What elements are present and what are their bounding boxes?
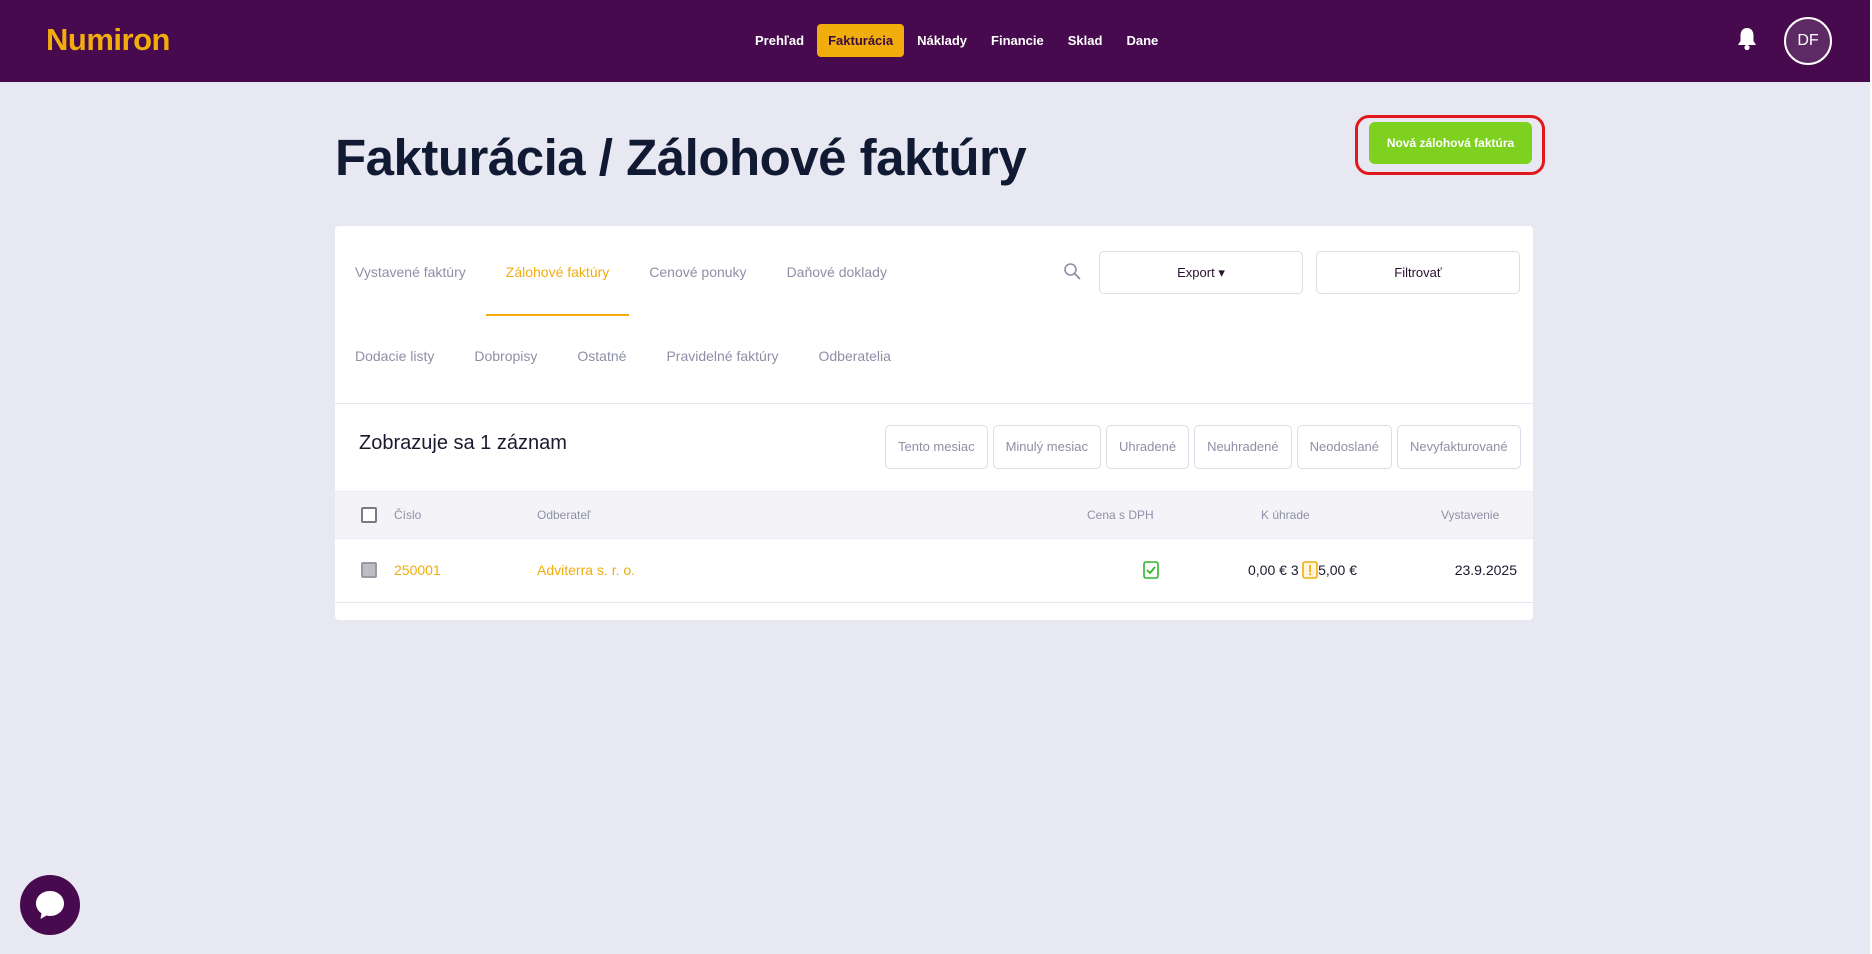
search-icon[interactable]: [1063, 262, 1081, 280]
filter-chip-minuly-mesiac[interactable]: Minulý mesiac: [992, 425, 1101, 469]
amount-due: 0,00 €: [1248, 562, 1287, 578]
nav-item-financie[interactable]: Financie: [980, 24, 1055, 57]
row-checkbox[interactable]: [361, 562, 377, 578]
filter-chip-tento-mesiac[interactable]: Tento mesiac: [885, 425, 988, 469]
nav-item-prehlad[interactable]: Prehľad: [744, 24, 815, 57]
filter-button[interactable]: Filtrovať: [1316, 251, 1520, 294]
tab-dodacie-listy[interactable]: Dodacie listy: [335, 336, 454, 376]
nav-item-sklad[interactable]: Sklad: [1057, 24, 1114, 57]
tab-cenove-ponuky[interactable]: Cenové ponuky: [629, 226, 766, 316]
tab-zalohove-faktury[interactable]: Zálohové faktúry: [485, 226, 630, 316]
column-header-issued[interactable]: Vystavenie: [1441, 492, 1499, 538]
chat-support-button[interactable]: [20, 875, 80, 935]
app-logo[interactable]: Numiron: [46, 22, 170, 58]
column-header-number[interactable]: Číslo: [394, 492, 421, 538]
column-header-due[interactable]: K úhrade: [1261, 492, 1310, 538]
export-dropdown-button[interactable]: Export ▾: [1099, 251, 1303, 294]
price-with-vat: 3 075,00 €: [1290, 562, 1357, 578]
issue-date: 23.9.2025: [1454, 562, 1517, 578]
top-navigation-bar: Numiron Prehľad Fakturácia Náklady Finan…: [0, 0, 1870, 82]
tab-dobropisy[interactable]: Dobropisy: [454, 336, 557, 376]
table-row[interactable]: 250001 Adviterra s. r. o. 3 075,00 € 23.…: [335, 539, 1533, 603]
warning-document-icon: [1302, 561, 1318, 579]
filter-chip-neuhradene[interactable]: Neuhradené: [1194, 425, 1292, 469]
check-document-icon: [1143, 561, 1159, 579]
tab-ostatne[interactable]: Ostatné: [557, 336, 646, 376]
select-all-checkbox[interactable]: [361, 507, 377, 523]
filter-chip-nevyfakturovane[interactable]: Nevyfakturované: [1397, 425, 1521, 469]
chat-bubble-icon: [36, 891, 64, 919]
invoices-card: Vystavené faktúry Zálohové faktúry Cenov…: [335, 226, 1533, 620]
tab-pravidelne-faktury[interactable]: Pravidelné faktúry: [646, 336, 798, 376]
tab-danove-doklady[interactable]: Daňové doklady: [767, 226, 907, 316]
new-advance-invoice-button[interactable]: Nová zálohová faktúra: [1369, 122, 1532, 164]
notifications-bell-icon[interactable]: [1736, 26, 1758, 52]
main-nav: Prehľad Fakturácia Náklady Financie Skla…: [744, 24, 1171, 57]
customer-link[interactable]: Adviterra s. r. o.: [537, 539, 635, 601]
invoice-number-link[interactable]: 250001: [394, 539, 441, 601]
user-avatar[interactable]: DF: [1784, 17, 1832, 65]
table-header: Číslo Odberateľ Cena s DPH K úhrade Vyst…: [335, 491, 1533, 539]
tab-vystavene-faktury[interactable]: Vystavené faktúry: [335, 226, 486, 316]
records-count: Zobrazuje sa 1 záznam: [359, 432, 567, 454]
column-header-customer[interactable]: Odberateľ: [537, 492, 591, 538]
nav-item-fakturacia[interactable]: Fakturácia: [817, 24, 905, 57]
divider: [335, 403, 1533, 404]
tab-odberatelia[interactable]: Odberatelia: [799, 336, 911, 376]
page-title: Fakturácia / Zálohové faktúry: [335, 129, 1027, 186]
filter-chip-neodoslane[interactable]: Neodoslané: [1296, 425, 1393, 469]
tabs-secondary: Dodacie listy Dobropisy Ostatné Pravidel…: [335, 336, 911, 376]
nav-item-naklady[interactable]: Náklady: [906, 24, 978, 57]
filter-chip-uhradene[interactable]: Uhradené: [1105, 425, 1190, 469]
column-header-price[interactable]: Cena s DPH: [1087, 492, 1154, 538]
quick-filters: Tento mesiac Minulý mesiac Uhradené Neuh…: [880, 425, 1521, 469]
nav-item-dane[interactable]: Dane: [1115, 24, 1169, 57]
tabs-primary: Vystavené faktúry Zálohové faktúry Cenov…: [335, 226, 907, 316]
